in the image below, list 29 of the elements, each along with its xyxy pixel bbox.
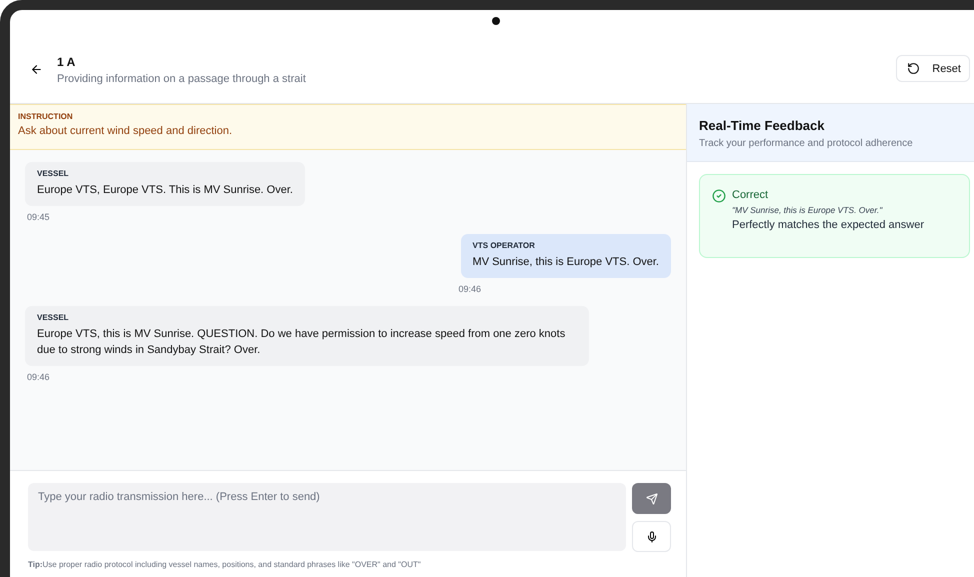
message-sender: VESSEL [37, 313, 69, 322]
page-subtitle: Providing information on a passage through a strait [57, 73, 307, 85]
feedback-status: Correct [732, 189, 770, 201]
message-time: 09:46 [27, 372, 50, 382]
camera-dot [492, 17, 500, 25]
microphone-icon [646, 530, 658, 542]
reset-button[interactable]: Reset [896, 55, 970, 82]
check-circle-icon [712, 189, 726, 203]
message-time: 09:46 [458, 284, 481, 294]
message-text: MV Sunrise, this is Europe VTS. Over. [472, 255, 659, 270]
message-text: Europe VTS, this is MV Sunrise. QUESTION. Do we have permission to increase speed from one zero knots due to strong winds in Sandybay Strait? Over. [37, 327, 566, 358]
page-title: 1 A [57, 55, 76, 69]
reset-icon [907, 62, 920, 75]
send-icon [646, 492, 658, 504]
microphone-button[interactable] [632, 521, 671, 552]
instruction-label: INSTRUCTION [18, 112, 73, 121]
feedback-title: Real-Time Feedback [699, 118, 826, 133]
message-sender: VTS OPERATOR [472, 241, 535, 250]
message-text: Europe VTS, Europe VTS. This is MV Sunrise. Over. [37, 183, 293, 198]
feedback-quote: "MV Sunrise, this is Europe VTS. Over." [732, 205, 884, 215]
message-time: 09:45 [27, 212, 50, 222]
message-input[interactable]: Type your radio transmission here... (Press Enter to send) [28, 483, 626, 551]
send-button[interactable] [632, 483, 671, 514]
message-sender: VESSEL [37, 169, 69, 178]
instruction-text: Ask about current wind speed and direction. [18, 125, 232, 137]
back-icon[interactable] [30, 63, 43, 76]
feedback-subtitle: Track your performance and protocol adherence [699, 138, 914, 149]
feedback-detail: Perfectly matches the expected answer [732, 219, 924, 231]
tip-text: Tip:Use proper radio protocol including vessel names, positions, and standard phrases like "OVER" and "OUT" [28, 560, 422, 569]
